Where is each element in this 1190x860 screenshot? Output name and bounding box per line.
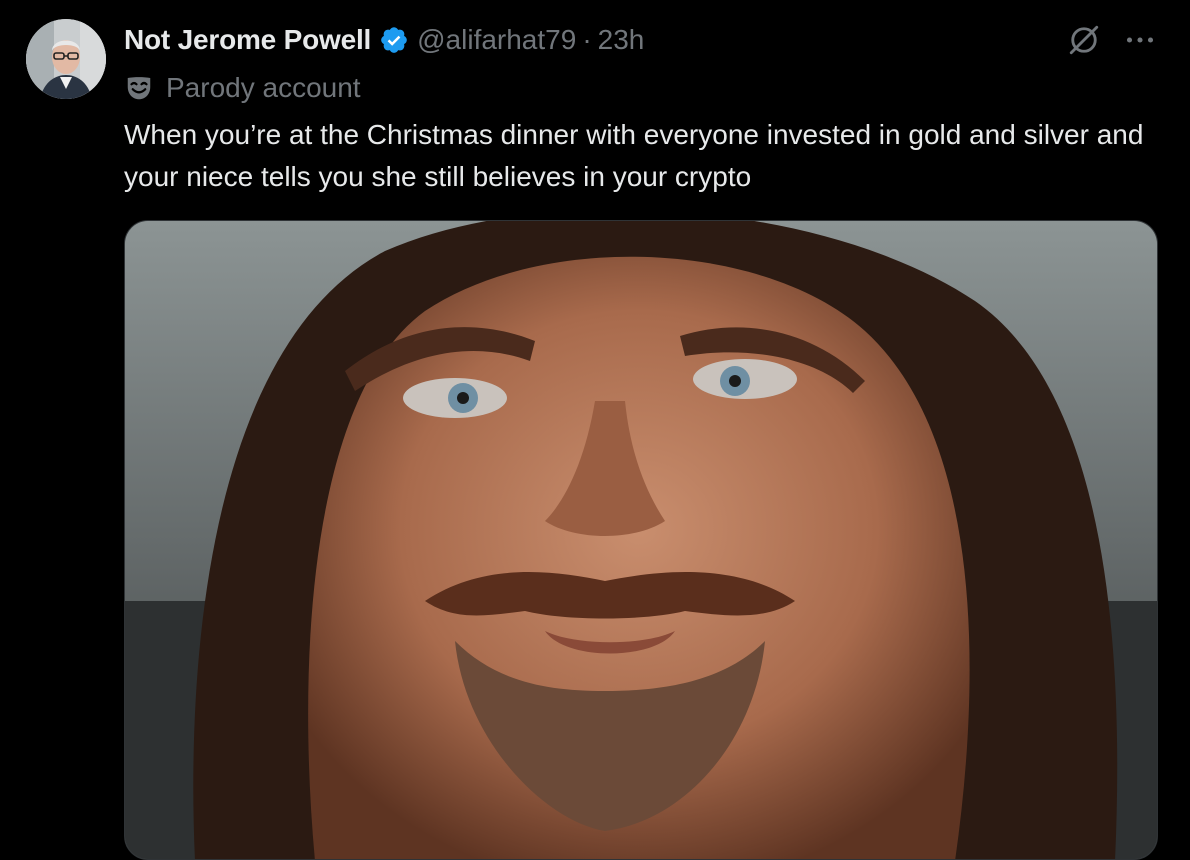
parody-account-text: Parody account xyxy=(166,72,361,103)
tweet-header: Not Jerome Powell @alifarhat79 · 23h xyxy=(124,22,644,58)
avatar-image xyxy=(26,19,106,99)
verified-badge-icon[interactable] xyxy=(379,25,409,55)
tweet[interactable]: Not Jerome Powell @alifarhat79 · 23h Par… xyxy=(0,0,1190,860)
timestamp[interactable]: 23h xyxy=(598,24,645,56)
display-name[interactable]: Not Jerome Powell xyxy=(124,24,371,56)
user-handle[interactable]: @alifarhat79 xyxy=(417,24,576,56)
more-options-icon[interactable] xyxy=(1122,22,1158,58)
grok-icon[interactable] xyxy=(1066,22,1102,58)
tweet-media-image[interactable] xyxy=(124,220,1158,860)
parody-mask-icon xyxy=(124,73,154,103)
tweet-text: When you’re at the Christmas dinner with… xyxy=(124,119,1144,192)
avatar[interactable] xyxy=(26,19,106,99)
meme-image xyxy=(125,221,1157,859)
parody-account-label[interactable]: Parody account xyxy=(124,70,361,106)
separator-dot: · xyxy=(582,24,592,55)
